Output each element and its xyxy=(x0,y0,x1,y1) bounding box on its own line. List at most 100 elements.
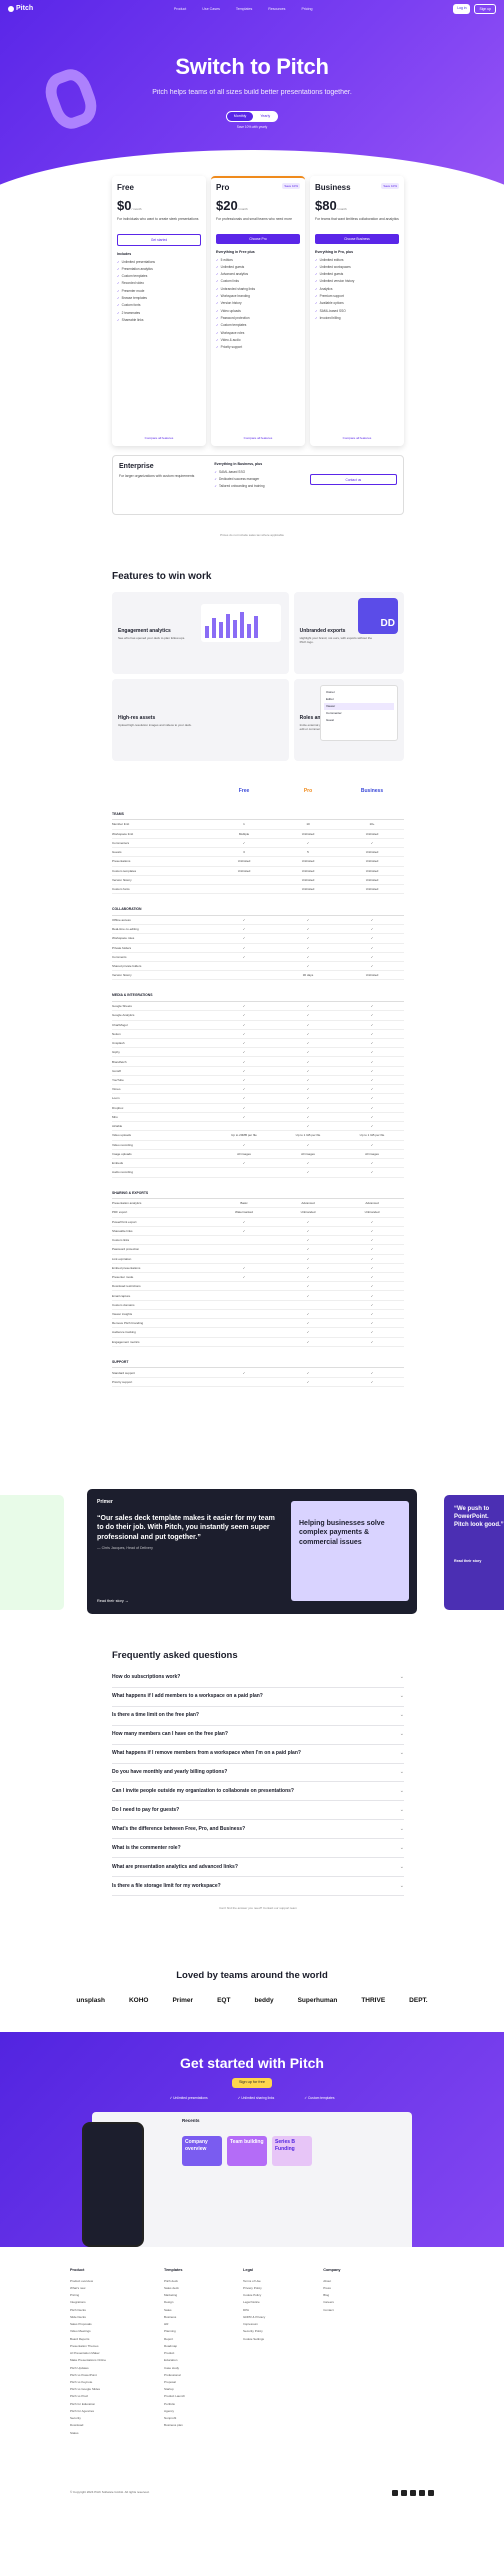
linkedin-icon[interactable] xyxy=(410,2490,416,2496)
faq-item[interactable]: What’s the difference between Free, Pro,… xyxy=(112,1820,404,1840)
footer-link[interactable]: Terms of Use xyxy=(243,2277,265,2284)
footer-link[interactable]: Download xyxy=(70,2422,106,2429)
faq-item[interactable]: How do subscriptions work? ⌄ xyxy=(112,1669,404,1688)
plan-cta-button[interactable]: Choose Business xyxy=(315,234,399,244)
footer-link[interactable]: Contact xyxy=(323,2306,340,2313)
youtube-icon[interactable] xyxy=(428,2490,434,2496)
footer-link[interactable]: Business plan xyxy=(164,2422,185,2429)
faq-item[interactable]: What happens if I remove members from a … xyxy=(112,1745,404,1764)
footer-link[interactable]: Presentation Themes xyxy=(70,2342,106,2349)
footer-link[interactable]: Product overview xyxy=(70,2277,106,2284)
faq-item[interactable]: What are presentation analytics and adva… xyxy=(112,1858,404,1878)
footer-link[interactable]: Portfolio xyxy=(164,2400,185,2407)
footer-link[interactable]: Video Meetings xyxy=(70,2328,106,2335)
plan-desc: For individuals who want to create sleek… xyxy=(117,217,199,222)
compare-link[interactable]: Compare all features xyxy=(112,436,206,440)
footer-link[interactable]: Pitch for Agencies xyxy=(70,2407,106,2414)
footer-link[interactable]: Startup xyxy=(164,2386,185,2393)
footer-link[interactable]: Pitch vs PowerPoint xyxy=(70,2371,106,2378)
footer-link[interactable]: Press xyxy=(323,2284,340,2291)
signup-button[interactable]: Sign up xyxy=(474,3,496,15)
nav-link-templates[interactable]: Templates xyxy=(236,7,252,12)
footer-link[interactable]: GDPR & Privacy xyxy=(243,2313,265,2320)
footer-link[interactable]: About xyxy=(323,2277,340,2284)
footer-link[interactable]: Pitch for Education xyxy=(70,2400,106,2407)
footer-link[interactable]: Status xyxy=(70,2429,106,2436)
login-button[interactable]: Log in xyxy=(453,3,471,15)
x-icon[interactable] xyxy=(401,2490,407,2496)
footer-link[interactable]: Board Reports xyxy=(70,2335,106,2342)
faq-item[interactable]: What is the commenter role? ⌄ xyxy=(112,1839,404,1859)
row-label: Version history xyxy=(112,877,132,882)
footer-link[interactable]: Cookie Policy xyxy=(243,2292,265,2299)
nav-link-use-cases[interactable]: Use Cases xyxy=(202,7,220,12)
toggle-yearly[interactable]: Yearly xyxy=(253,112,277,121)
footer-link[interactable]: Report xyxy=(164,2335,185,2342)
footer-link[interactable]: Security xyxy=(70,2415,106,2422)
footer-link[interactable]: Agency xyxy=(164,2407,185,2414)
footer-link[interactable]: Professional xyxy=(164,2371,185,2378)
footer-link[interactable]: Education xyxy=(164,2357,185,2364)
footer-link[interactable]: What’s new xyxy=(70,2284,106,2291)
footer-link[interactable]: Impressum xyxy=(243,2321,265,2328)
footer-link[interactable]: Design xyxy=(164,2299,185,2306)
footer-link[interactable]: Nonprofit xyxy=(164,2415,185,2422)
faq-item[interactable]: Do you have monthly and yearly billing o… xyxy=(112,1764,404,1783)
footer-link[interactable]: Business xyxy=(164,2313,185,2320)
footer-link[interactable]: HR xyxy=(164,2321,185,2328)
faq-question: What’s the difference between Free, Pro,… xyxy=(112,1825,246,1832)
faq-item[interactable]: What happens if I add members to a works… xyxy=(112,1688,404,1707)
footer-link[interactable]: Pitch vs Google Slides xyxy=(70,2386,106,2393)
footer-link[interactable]: Slide Decks xyxy=(70,2313,106,2320)
instagram-icon[interactable] xyxy=(419,2490,425,2496)
compare-link[interactable]: Compare all features xyxy=(310,436,404,440)
footer-link[interactable]: Roadmap xyxy=(164,2342,185,2349)
footer-link[interactable]: Product Launch xyxy=(164,2393,185,2400)
footer-link[interactable]: Integrations xyxy=(70,2299,106,2306)
read-story-link[interactable]: Read their story → xyxy=(97,1599,129,1604)
footer-link[interactable]: Privacy Policy xyxy=(243,2284,265,2291)
footer-link[interactable]: Security Policy xyxy=(243,2328,265,2335)
footer-link[interactable]: Make Presentations Online xyxy=(70,2357,106,2364)
nav-link-product[interactable]: Product xyxy=(174,7,186,12)
toggle-monthly[interactable]: Monthly xyxy=(226,112,254,121)
nav-link-resources[interactable]: Resources xyxy=(268,7,285,12)
plan-cta-button[interactable]: Choose Pro xyxy=(216,234,300,244)
footer-link[interactable]: Product xyxy=(164,2349,185,2356)
testimonial-card-prev[interactable] xyxy=(0,1495,64,1610)
footer-link[interactable]: Pricing xyxy=(70,2292,106,2299)
footer-link[interactable]: Blog xyxy=(323,2292,340,2299)
footer-link[interactable]: Planning xyxy=(164,2328,185,2335)
footer-link[interactable]: Sales xyxy=(164,2306,185,2313)
row-label: Custom fonts xyxy=(112,887,130,892)
faq-item[interactable]: How many members can I have on the free … xyxy=(112,1726,404,1745)
faq-item[interactable]: Do I need to pay for guests? ⌄ xyxy=(112,1801,404,1821)
brand-logo[interactable]: Pitch xyxy=(8,4,33,13)
footer-link[interactable]: Marketing xyxy=(164,2292,185,2299)
footer-link[interactable]: Sales Proposals xyxy=(70,2321,106,2328)
footer-link[interactable]: Case study xyxy=(164,2364,185,2371)
footer-link[interactable]: Pitch Updates xyxy=(70,2364,106,2371)
faq-item[interactable]: Is there a file storage limit for my wor… xyxy=(112,1877,404,1897)
footer-link[interactable]: Cookie Settings xyxy=(243,2335,265,2342)
side-read-link[interactable]: Read their story xyxy=(454,1559,504,1564)
footer-link[interactable]: Pitch vs Prezi xyxy=(70,2393,106,2400)
plan-cta-button[interactable]: Get started xyxy=(117,234,201,246)
contact-us-button[interactable]: Contact us xyxy=(309,474,397,486)
footer-link[interactable]: Proposal xyxy=(164,2378,185,2385)
twitter-icon[interactable] xyxy=(392,2490,398,2496)
faq-item[interactable]: Can I invite people outside my organizat… xyxy=(112,1782,404,1802)
footer-link[interactable]: AI Presentation Maker xyxy=(70,2349,106,2356)
footer-link[interactable]: Pitch Decks xyxy=(70,2306,106,2313)
footer-link[interactable]: Sales deck xyxy=(164,2284,185,2291)
cta-signup-button[interactable]: Sign up for free xyxy=(232,2077,272,2089)
footer-link[interactable]: DPA xyxy=(243,2306,265,2313)
compare-link[interactable]: Compare all features xyxy=(211,436,305,440)
footer-link[interactable]: Pitch vs Keynote xyxy=(70,2378,106,2385)
footer-link[interactable]: Pitch deck xyxy=(164,2277,185,2284)
testimonial-card-next[interactable]: “We push to PowerPoint. Pitch look good.… xyxy=(444,1495,504,1610)
footer-link[interactable]: Careers xyxy=(323,2299,340,2306)
footer-link[interactable]: Legal Notice xyxy=(243,2299,265,2306)
nav-link-pricing[interactable]: Pricing xyxy=(301,7,312,12)
faq-item[interactable]: Is there a time limit on the free plan? ⌄ xyxy=(112,1707,404,1726)
